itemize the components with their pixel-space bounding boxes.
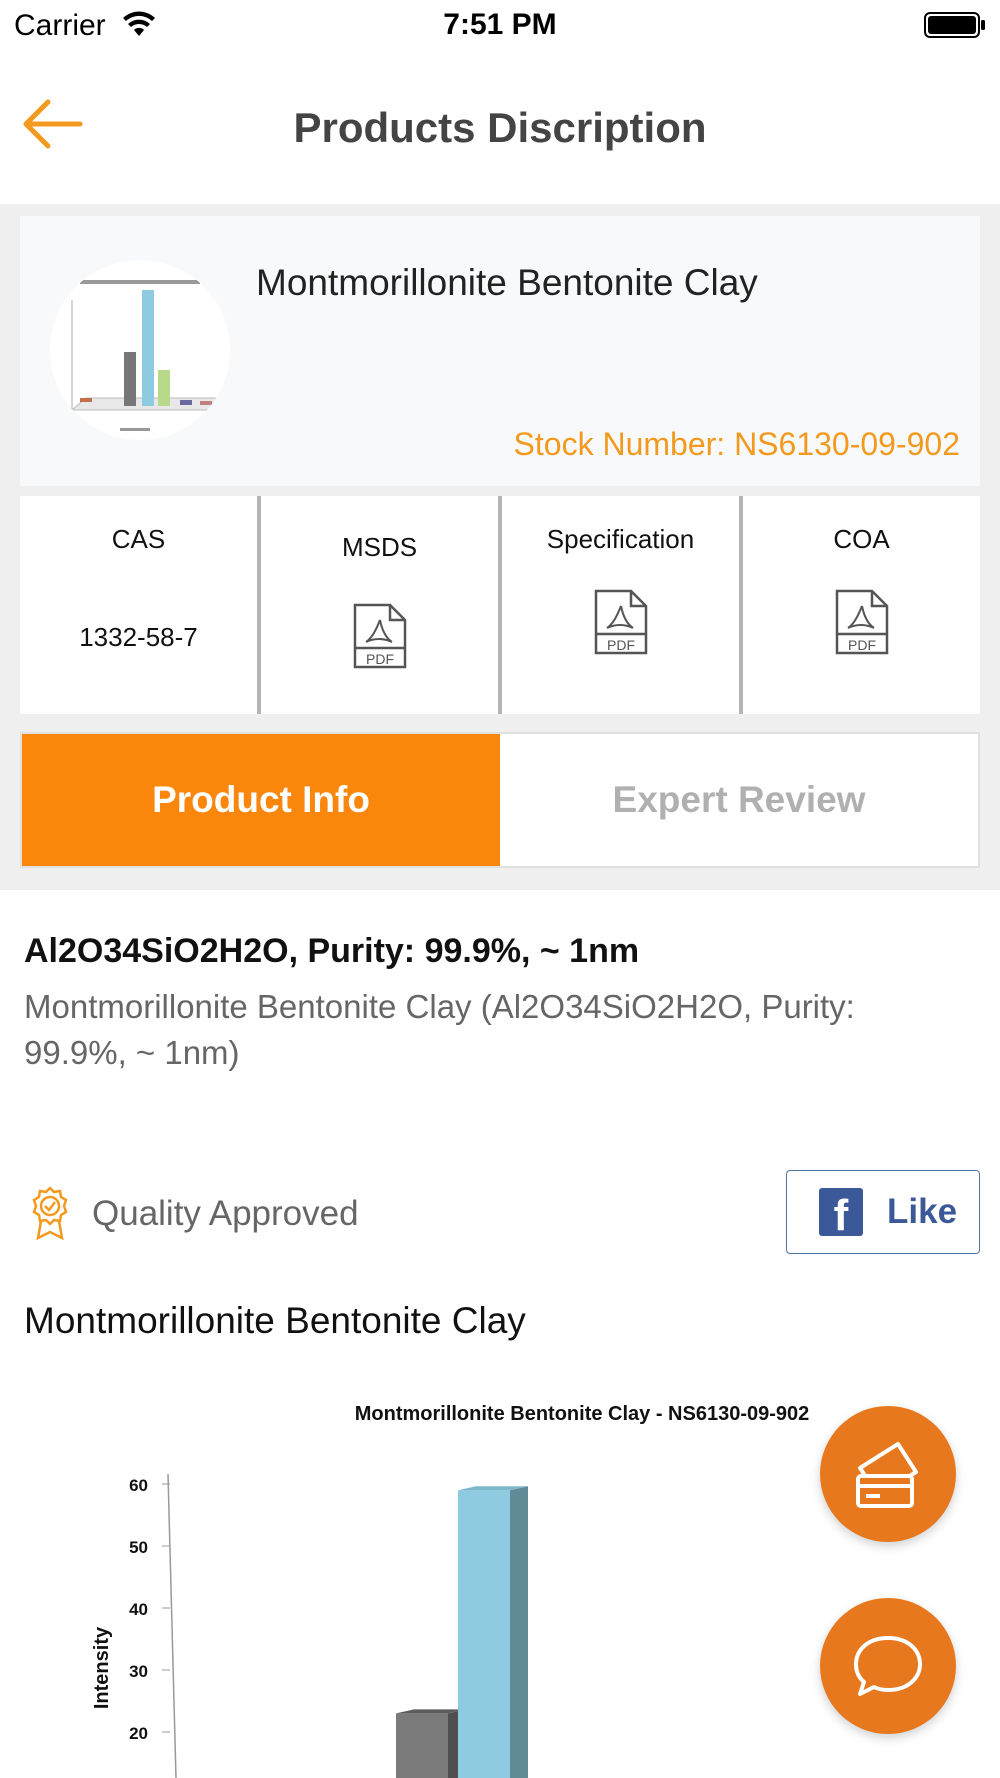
payment-card-icon — [856, 1442, 918, 1508]
pdf-text: PDF — [848, 637, 876, 653]
status-time: 7:51 PM — [443, 8, 557, 41]
purity-title: Al2O34SiO2H2O, Purity: 99.9%, ~ 1nm — [24, 932, 640, 970]
page-title: Products Discription — [293, 104, 707, 151]
msds-cell[interactable]: MSDS PDF — [257, 496, 498, 714]
pdf-text: PDF — [607, 637, 635, 653]
chart-bar — [458, 1486, 528, 1778]
facebook-like-button[interactable]: f Like — [786, 1170, 980, 1254]
specification-cell[interactable]: Specification PDF — [498, 496, 739, 714]
product-description: Montmorillonite Bentonite Clay (Al2O34Si… — [24, 988, 855, 1071]
documents-row: CAS 1332-58-7 MSDS PDF Specification PDF — [20, 496, 980, 714]
quality-row: Quality Approved f Like — [24, 1170, 980, 1268]
stock-number: Stock Number: NS6130-09-902 — [513, 426, 960, 462]
cas-value: 1332-58-7 — [79, 622, 198, 652]
chart-tick-label: 30 — [129, 1662, 148, 1681]
chart-ylabel: Intensity — [91, 1626, 113, 1709]
chat-bubble-icon — [854, 1636, 922, 1696]
tab-expert-review[interactable]: Expert Review — [500, 734, 978, 866]
pdf-icon[interactable]: PDF — [834, 588, 890, 656]
nav-bar: Products Discription — [0, 52, 1000, 204]
chart-tick-label: 20 — [129, 1724, 148, 1743]
cas-label: CAS — [111, 524, 166, 554]
cas-cell: CAS 1332-58-7 — [20, 496, 257, 714]
specification-label: Specification — [546, 524, 695, 554]
msds-label: MSDS — [341, 532, 418, 562]
product-card: Montmorillonite Bentonite Clay Stock Num… — [20, 216, 980, 486]
product-thumbnail — [50, 260, 230, 440]
like-label: Like — [887, 1192, 958, 1231]
facebook-icon: f — [819, 1188, 863, 1236]
add-to-cart-button[interactable] — [820, 1406, 956, 1542]
quality-approved-label: Quality Approved — [92, 1194, 359, 1233]
product-header-section: Montmorillonite Bentonite Clay Stock Num… — [0, 204, 1000, 890]
pdf-icon[interactable]: PDF — [352, 602, 408, 670]
chart-bar — [396, 1709, 466, 1778]
pdf-text: PDF — [366, 651, 394, 667]
chart-tick-label: 50 — [129, 1538, 148, 1557]
battery-icon — [924, 12, 985, 38]
section-title: Montmorillonite Bentonite Clay — [24, 1300, 526, 1341]
chart-title: Montmorillonite Bentonite Clay - NS6130-… — [355, 1403, 810, 1425]
chart-tick-label: 60 — [129, 1476, 148, 1495]
coa-label: COA — [833, 524, 890, 554]
coa-cell[interactable]: COA PDF — [739, 496, 980, 714]
tab-product-info[interactable]: Product Info — [22, 734, 500, 866]
status-bar: Carrier 7:51 PM — [0, 0, 1000, 52]
pdf-icon[interactable]: PDF — [593, 588, 649, 656]
product-name: Montmorillonite Bentonite Clay — [256, 262, 758, 303]
award-badge-icon — [32, 1186, 68, 1240]
tab-bar: Product Info Expert Review — [20, 732, 980, 868]
chart-tick-label: 40 — [129, 1600, 148, 1619]
chat-button[interactable] — [820, 1598, 956, 1734]
